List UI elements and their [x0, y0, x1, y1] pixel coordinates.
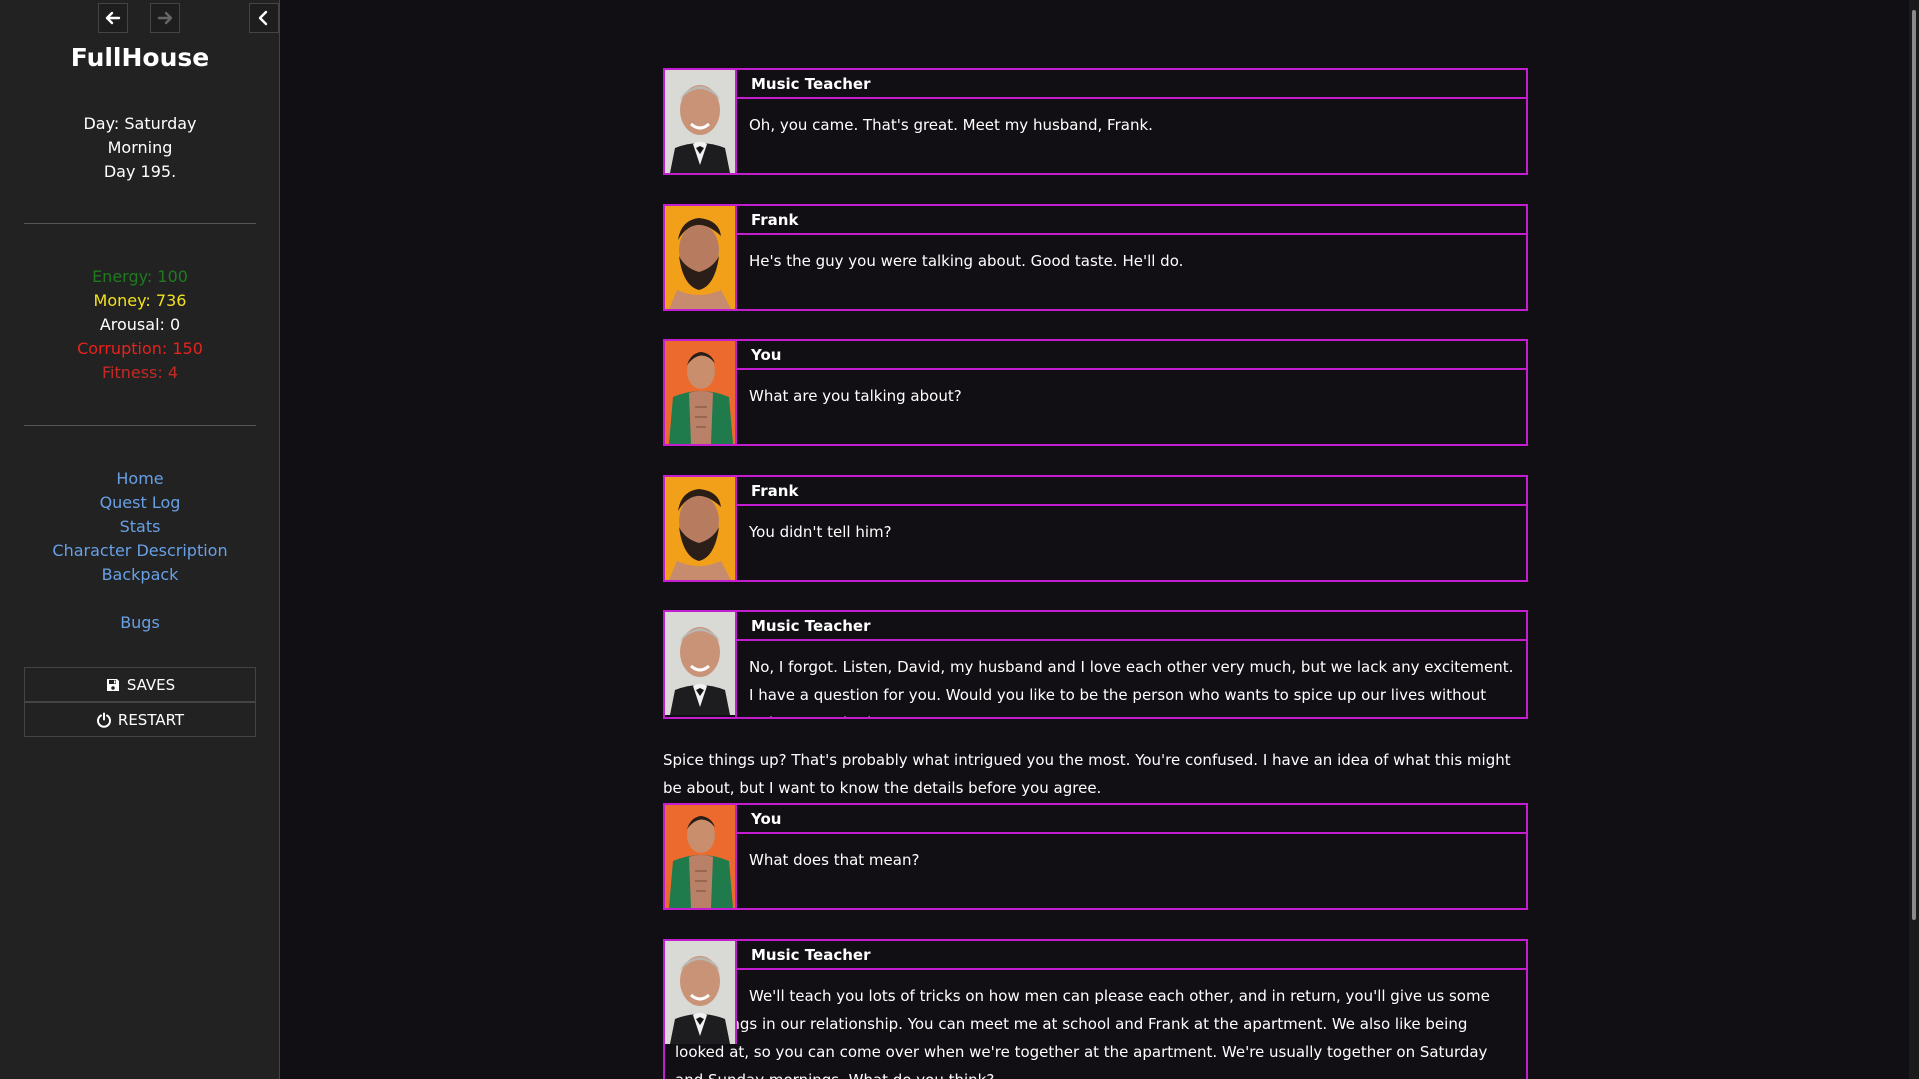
scrollbar[interactable] [1909, 0, 1919, 1079]
speaker-name: You [735, 341, 1526, 370]
saves-label: SAVES [126, 675, 176, 694]
sidebar-divider [24, 425, 256, 426]
story-title: FullHouse [70, 43, 210, 72]
speaker-name: Frank [735, 206, 1526, 235]
stat-corruption: Corruption: 150 [77, 339, 203, 358]
player-portrait [665, 341, 735, 444]
floppy-disk-icon [106, 678, 119, 691]
sidebar-collapse-button[interactable] [249, 3, 279, 33]
player-portrait [665, 805, 735, 908]
restart-label: RESTART [117, 710, 185, 729]
arrow-right-icon [157, 11, 173, 25]
history-forward-button[interactable] [150, 3, 180, 33]
nav-link-character-description[interactable]: Character Description [0, 539, 280, 563]
stat-money: Money: 736 [93, 291, 187, 310]
scrollbar-thumb[interactable] [1912, 10, 1916, 920]
frank-portrait [665, 477, 735, 580]
sidebar: FullHouse Day: Saturday Morning Day 195.… [0, 0, 280, 1079]
speaker-name: Music Teacher [735, 612, 1526, 641]
passage-content: Music Teacher Oh, you came. That's great… [663, 0, 1528, 1079]
dialogue-box: Music Teacher We'll teach you lots of tr… [663, 939, 1528, 1079]
stats-panel: Energy: 100 Money: 736 Arousal: 0 Corrup… [0, 265, 280, 385]
dialogue-box: You What are you talking about? [663, 339, 1528, 446]
music-teacher-portrait [665, 70, 735, 173]
power-icon [96, 712, 111, 728]
day-of-week: Day: Saturday [83, 114, 197, 133]
music-teacher-portrait [665, 941, 735, 1044]
day-count: Day 195. [103, 162, 177, 181]
nav-menu: Home Quest Log Stats Character Descripti… [0, 467, 280, 635]
speaker-name: Frank [735, 477, 1526, 506]
dialogue-box: Music Teacher No, I forgot. Listen, Davi… [663, 610, 1528, 719]
arrow-left-icon [105, 11, 121, 25]
nav-link-backpack[interactable]: Backpack [0, 563, 280, 587]
history-back-button[interactable] [98, 3, 128, 33]
nav-link-home[interactable]: Home [0, 467, 280, 491]
music-teacher-portrait [665, 612, 735, 715]
stat-fitness: Fitness: 4 [101, 363, 179, 382]
chevron-left-icon [258, 10, 268, 26]
saves-button[interactable]: SAVES [24, 667, 256, 702]
dialogue-box: You What does that mean? [663, 803, 1528, 910]
frank-portrait [665, 206, 735, 309]
dialogue-box: Frank You didn't tell him? [663, 475, 1528, 582]
narration-text: Spice things up? That's probably what in… [663, 751, 1511, 797]
nav-link-stats[interactable]: Stats [0, 515, 280, 539]
dialogue-box: Frank He's the guy you were talking abou… [663, 204, 1528, 311]
sidebar-divider [24, 223, 256, 224]
nav-link-bugs[interactable]: Bugs [0, 611, 280, 635]
nav-link-quest-log[interactable]: Quest Log [0, 491, 280, 515]
stat-arousal: Arousal: 0 [99, 315, 181, 334]
speaker-name: Music Teacher [735, 70, 1526, 99]
restart-button[interactable]: RESTART [24, 702, 256, 737]
dialogue-box: Music Teacher Oh, you came. That's great… [663, 68, 1528, 175]
stat-energy: Energy: 100 [92, 267, 188, 286]
speaker-name: You [735, 805, 1526, 834]
time-display: Day: Saturday Morning Day 195. [0, 112, 280, 184]
time-of-day: Morning [107, 138, 173, 157]
speaker-name: Music Teacher [735, 941, 1526, 970]
